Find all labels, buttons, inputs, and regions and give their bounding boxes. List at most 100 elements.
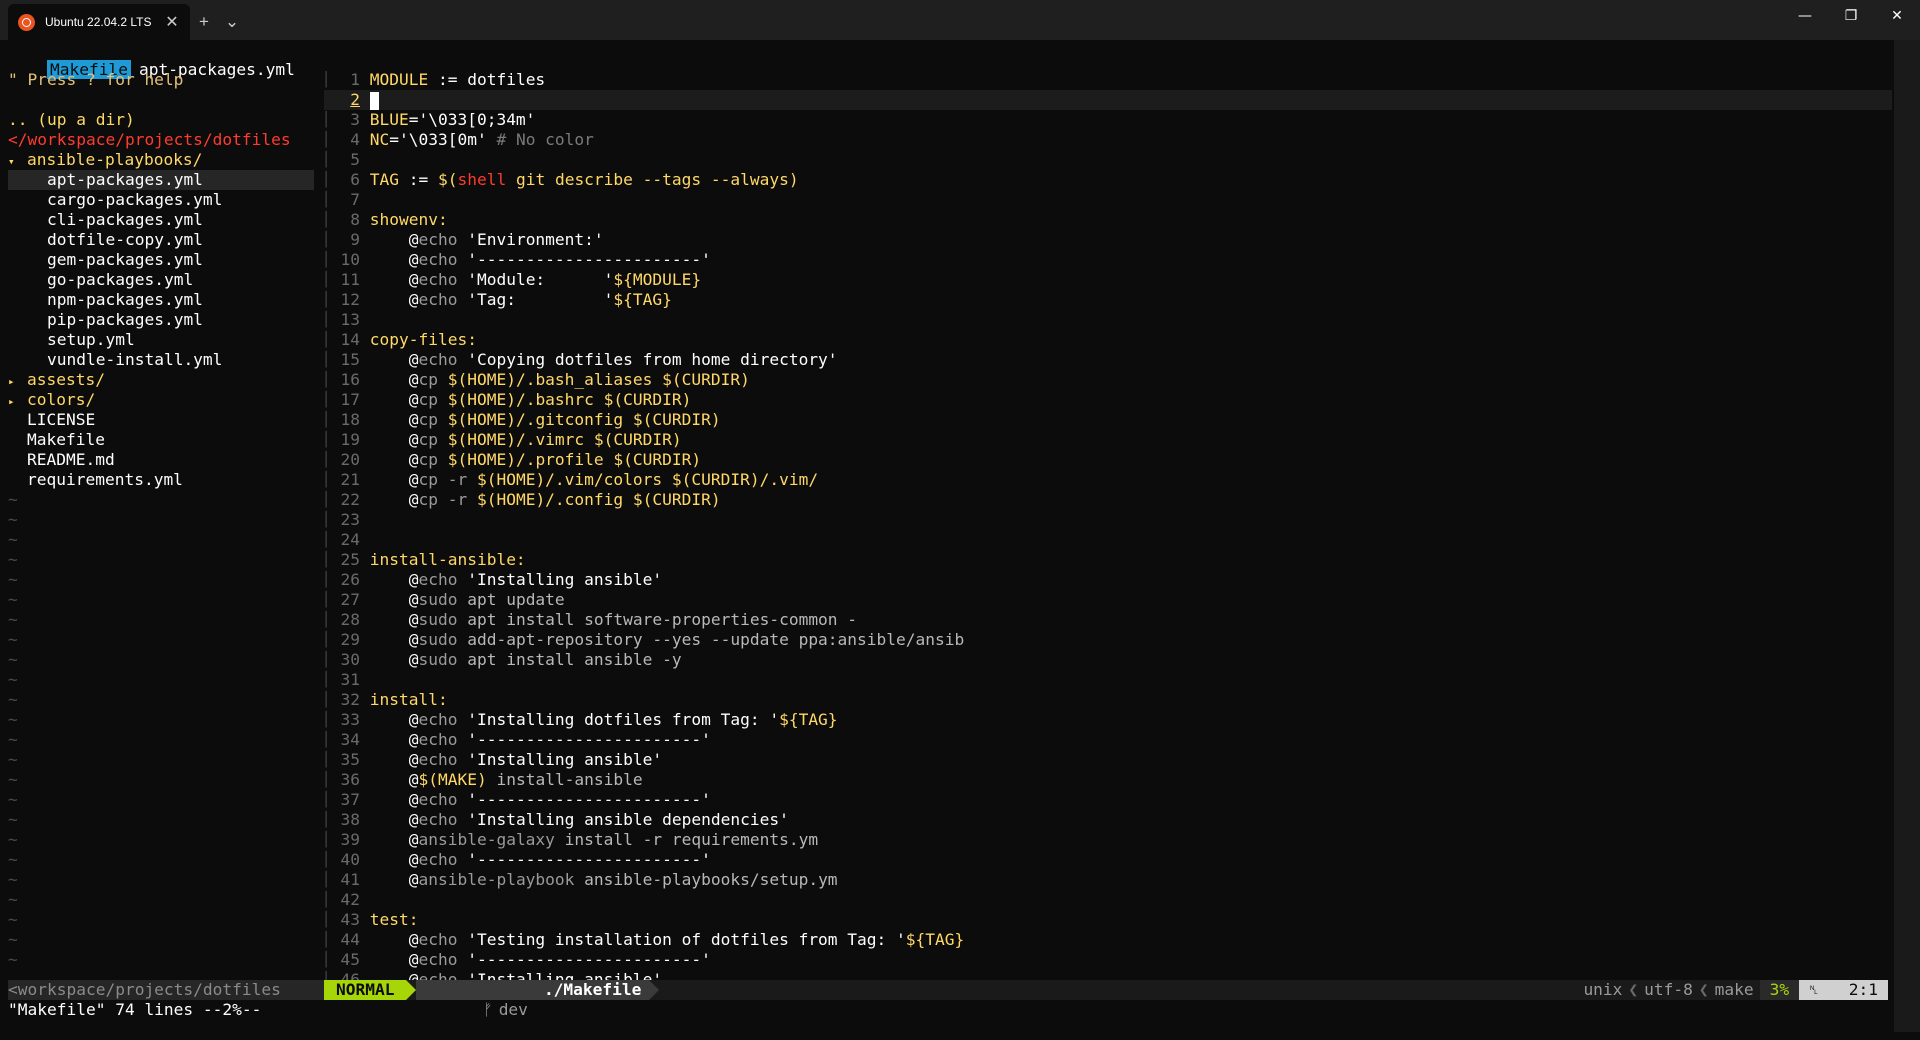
code-line[interactable]: 44 @echo 'Testing installation of dotfil…: [324, 930, 1892, 950]
tree-file[interactable]: dotfile-copy.yml: [8, 230, 314, 250]
close-window-button[interactable]: ✕: [1874, 0, 1920, 32]
code-line[interactable]: 3 BLUE='\033[0;34m': [324, 110, 1892, 130]
code-line[interactable]: 37 @echo '-----------------------': [324, 790, 1892, 810]
empty-line-tilde: ~: [8, 490, 18, 509]
code-line[interactable]: 42: [324, 890, 1892, 910]
code-line[interactable]: 2: [324, 90, 1892, 110]
code-line[interactable]: 33 @echo 'Installing dotfiles from Tag: …: [324, 710, 1892, 730]
code-line[interactable]: 11 @echo 'Module: '${MODULE}: [324, 270, 1892, 290]
code-line[interactable]: 45 @echo '-----------------------': [324, 950, 1892, 970]
code-token: cp: [418, 430, 438, 449]
scroll-percent: 3%: [1759, 980, 1800, 1000]
code-line[interactable]: 15 @echo 'Copying dotfiles from home dir…: [324, 350, 1892, 370]
code-line[interactable]: 5: [324, 150, 1892, 170]
tree-file[interactable]: go-packages.yml: [8, 270, 314, 290]
code-line[interactable]: 1 MODULE := dotfiles: [324, 70, 1892, 90]
tree-file[interactable]: apt-packages.yml: [8, 170, 314, 190]
code-token: echo: [418, 270, 458, 289]
code-line[interactable]: 34 @echo '-----------------------': [324, 730, 1892, 750]
code-line[interactable]: 39 @ansible-galaxy install -r requiremen…: [324, 830, 1892, 850]
code-line[interactable]: 38 @echo 'Installing ansible dependencie…: [324, 810, 1892, 830]
tree-file[interactable]: LICENSE: [8, 410, 314, 430]
code-line[interactable]: 21 @cp -r $(HOME)/.vim/colors $(CURDIR)/…: [324, 470, 1892, 490]
tab-close-icon[interactable]: ✕: [164, 12, 180, 32]
code-line[interactable]: 30 @sudo apt install ansible -y: [324, 650, 1892, 670]
tree-item-label: dotfile-copy.yml: [47, 230, 203, 249]
tree-file[interactable]: cargo-packages.yml: [8, 190, 314, 210]
code-line[interactable]: 17 @cp $(HOME)/.bashrc $(CURDIR): [324, 390, 1892, 410]
scrollbar[interactable]: [1894, 40, 1920, 1032]
tree-directory[interactable]: ▾ ansible-playbooks/: [8, 150, 314, 170]
code-token: 'Installing ansible dependencies': [457, 810, 789, 829]
code-line[interactable]: 10 @echo '-----------------------': [324, 250, 1892, 270]
maximize-button[interactable]: ❐: [1828, 0, 1874, 32]
tree-item-label: vundle-install.yml: [47, 350, 223, 369]
code-line[interactable]: 23: [324, 510, 1892, 530]
mode-indicator: NORMAL: [324, 980, 407, 1000]
terminal-tab[interactable]: Ubuntu 22.04.2 LTS ✕: [8, 4, 190, 40]
tree-file[interactable]: vundle-install.yml: [8, 350, 314, 370]
cursor-line-col: 2:1: [1848, 980, 1878, 999]
nerdtree-root-path[interactable]: </workspace/projects/dotfiles: [8, 130, 314, 150]
empty-line-tilde: ~: [8, 910, 18, 929]
code-token: echo: [418, 750, 458, 769]
code-line[interactable]: 7: [324, 190, 1892, 210]
terminal-area[interactable]: Makefile apt-packages.yml " Press ? for h…: [0, 40, 1920, 1032]
code-line[interactable]: 36 @$(MAKE) install-ansible: [324, 770, 1892, 790]
empty-line-tilde: ~: [8, 650, 18, 669]
tab-dropdown-icon[interactable]: ⌄: [218, 4, 246, 40]
new-tab-button[interactable]: +: [190, 4, 218, 40]
empty-line-tilde: ~: [8, 890, 18, 909]
tree-directory[interactable]: ▸ colors/: [8, 390, 314, 410]
line-number: 9: [350, 230, 360, 249]
code-line[interactable]: 43 test:: [324, 910, 1892, 930]
code-token: '-----------------------': [457, 950, 711, 969]
code-line[interactable]: 13: [324, 310, 1892, 330]
code-line[interactable]: 41 @ansible-playbook ansible-playbooks/s…: [324, 870, 1892, 890]
code-line[interactable]: 40 @echo '-----------------------': [324, 850, 1892, 870]
code-line[interactable]: 4 NC='\033[0m' # No color: [324, 130, 1892, 150]
code-line[interactable]: 14 copy-files:: [324, 330, 1892, 350]
mode-separator: [406, 980, 417, 1000]
code-token: copy-files:: [369, 330, 477, 349]
code-line[interactable]: 35 @echo 'Installing ansible': [324, 750, 1892, 770]
code-line[interactable]: 31: [324, 670, 1892, 690]
code-line[interactable]: 8 showenv:: [324, 210, 1892, 230]
tree-file[interactable]: pip-packages.yml: [8, 310, 314, 330]
code-line[interactable]: 9 @echo 'Environment:': [324, 230, 1892, 250]
code-line[interactable]: 20 @cp $(HOME)/.profile $(CURDIR): [324, 450, 1892, 470]
tree-file[interactable]: gem-packages.yml: [8, 250, 314, 270]
tree-file[interactable]: Makefile: [8, 430, 314, 450]
code-line[interactable]: 18 @cp $(HOME)/.gitconfig $(CURDIR): [324, 410, 1892, 430]
empty-line-tilde: ~: [8, 570, 18, 589]
code-line[interactable]: 24: [324, 530, 1892, 550]
code-line[interactable]: 22 @cp -r $(HOME)/.config $(CURDIR): [324, 490, 1892, 510]
code-token: echo: [418, 810, 458, 829]
code-line[interactable]: 16 @cp $(HOME)/.bash_aliases $(CURDIR): [324, 370, 1892, 390]
code-line[interactable]: 12 @echo 'Tag: '${TAG}: [324, 290, 1892, 310]
code-line[interactable]: 25 install-ansible:: [324, 550, 1892, 570]
nerdtree-up-dir[interactable]: .. (up a dir): [8, 110, 314, 130]
code-line[interactable]: 28 @sudo apt install software-properties…: [324, 610, 1892, 630]
chevron-down-icon: ▾: [8, 155, 15, 168]
minimize-button[interactable]: —: [1782, 0, 1828, 32]
code-line[interactable]: 6 TAG := $(shell git describe --tags --a…: [324, 170, 1892, 190]
tree-file[interactable]: cli-packages.yml: [8, 210, 314, 230]
tree-file[interactable]: requirements.yml: [8, 470, 314, 490]
code-token: cp -r: [418, 490, 468, 509]
command-line[interactable]: "Makefile" 74 lines --2%--: [8, 1000, 261, 1020]
tree-file[interactable]: README.md: [8, 450, 314, 470]
code-line[interactable]: 27 @sudo apt update: [324, 590, 1892, 610]
tree-file[interactable]: npm-packages.yml: [8, 290, 314, 310]
chevron-left-icon: ❮: [1628, 980, 1639, 999]
tree-file[interactable]: setup.yml: [8, 330, 314, 350]
tree-directory[interactable]: ▸ assests/: [8, 370, 314, 390]
code-line[interactable]: 32 install:: [324, 690, 1892, 710]
code-line[interactable]: 26 @echo 'Installing ansible': [324, 570, 1892, 590]
code-line[interactable]: 19 @cp $(HOME)/.vimrc $(CURDIR): [324, 430, 1892, 450]
code-line[interactable]: 29 @sudo add-apt-repository --yes --upda…: [324, 630, 1892, 650]
